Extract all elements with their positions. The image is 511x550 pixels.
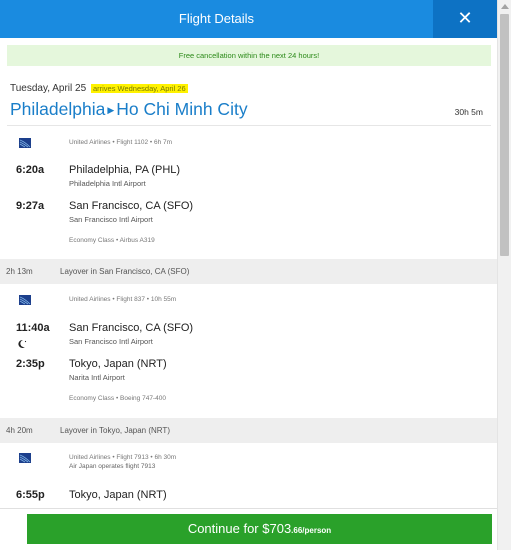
departure-city: San Francisco, CA (SFO) (69, 322, 194, 334)
united-airlines-logo-icon (19, 453, 31, 463)
layover-row: 2h 13m Layover in San Francisco, CA (SFO… (0, 259, 497, 284)
route-title: Philadelphia ▶ Ho Chi Minh City (10, 99, 248, 120)
origin-city: Philadelphia (10, 99, 106, 119)
united-airlines-logo-icon (19, 138, 31, 148)
departure-date: Tuesday, April 25 (10, 83, 87, 94)
departure-airport: San Francisco Intl Airport (69, 337, 153, 346)
divider (7, 125, 491, 126)
flight-details-content[interactable]: Free cancellation within the next 24 hou… (0, 38, 497, 508)
total-duration: 30h 5m (454, 107, 483, 117)
trip-date: Tuesday, April 25 arrives Wednesday, Apr… (10, 83, 188, 94)
page-title: Flight Details (178, 11, 255, 26)
departure-time: 11:40a (16, 322, 50, 334)
departure-time: 6:55p (16, 489, 45, 501)
overnight-moon-icon (18, 339, 27, 348)
layover-duration: 4h 20m (6, 426, 33, 435)
departure-city: Philadelphia, PA (PHL) (69, 164, 181, 176)
departure-city: Tokyo, Japan (NRT) (69, 489, 167, 501)
arrival-time: 9:27a (16, 200, 45, 212)
footer-bar: Continue for $703.66/person (0, 508, 497, 550)
header-bar: Flight Details ✕ (0, 0, 497, 38)
united-airlines-logo-icon (19, 295, 31, 305)
continue-button[interactable]: Continue for $703.66/person (27, 514, 492, 544)
scroll-thumb[interactable] (500, 14, 509, 256)
scroll-up-arrow-icon[interactable] (501, 4, 509, 9)
arrives-badge: arrives Wednesday, April 26 (90, 84, 188, 93)
segment-airline-info: United Airlines • Flight 7913 • 6h 30m (69, 454, 177, 461)
destination-city: Ho Chi Minh City (116, 99, 248, 119)
close-button[interactable]: ✕ (433, 0, 497, 38)
route-arrow-icon: ▶ (107, 105, 115, 115)
cabin-aircraft: Economy Class • Airbus A319 (69, 237, 155, 244)
layover-location: Layover in San Francisco, CA (SFO) (60, 267, 190, 276)
arrival-airport: Narita Intl Airport (69, 373, 125, 382)
operated-by-note: Air Japan operates flight 7913 (69, 463, 156, 470)
layover-row: 4h 20m Layover in Tokyo, Japan (NRT) (0, 418, 497, 443)
arrival-time: 2:35p (16, 358, 45, 370)
continue-label: Continue for (187, 521, 263, 536)
departure-airport: Philadelphia Intl Airport (69, 179, 146, 188)
scrollbar[interactable] (497, 0, 511, 550)
segment-airline-info: United Airlines • Flight 1102 • 6h 7m (69, 139, 173, 146)
price-amount: $703 (262, 521, 292, 536)
arrival-city: Tokyo, Japan (NRT) (69, 358, 167, 370)
close-icon: ✕ (457, 8, 473, 28)
arrival-airport: San Francisco Intl Airport (69, 215, 153, 224)
layover-location: Layover in Tokyo, Japan (NRT) (60, 426, 170, 435)
price-cents: .66/person (291, 526, 332, 535)
cabin-aircraft: Economy Class • Boeing 747-400 (69, 395, 166, 402)
segment-airline-info: United Airlines • Flight 837 • 10h 55m (69, 296, 177, 303)
free-cancellation-banner: Free cancellation within the next 24 hou… (7, 45, 491, 66)
layover-duration: 2h 13m (6, 267, 33, 276)
arrival-city: San Francisco, CA (SFO) (69, 200, 194, 212)
departure-time: 6:20a (16, 164, 45, 176)
